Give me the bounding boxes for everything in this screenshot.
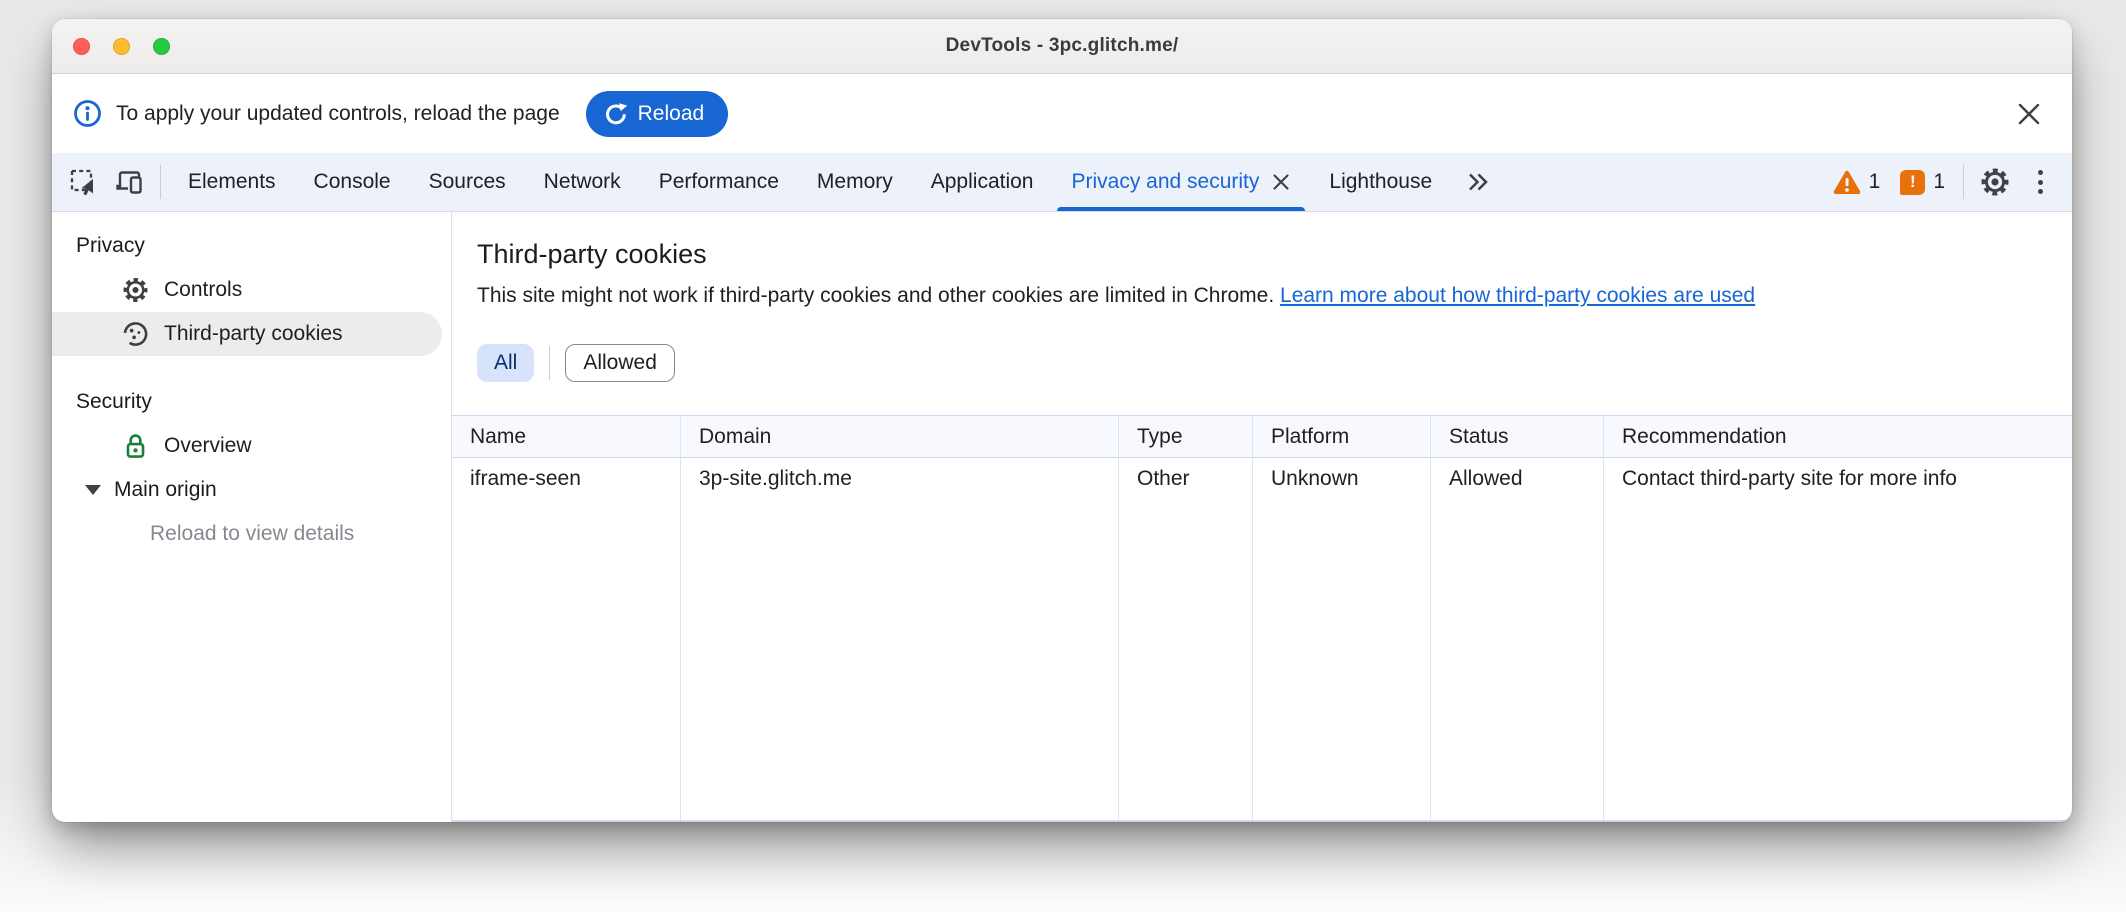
column-header-domain[interactable]: Domain (681, 416, 1119, 458)
console-warnings-badge[interactable]: 1 (1823, 153, 1891, 211)
tab-network[interactable]: Network (525, 153, 640, 211)
sidebar-item-main-origin[interactable]: Main origin (52, 468, 451, 512)
device-toolbar-icon[interactable] (106, 153, 152, 211)
sidebar-item-label: Controls (164, 278, 242, 302)
minimize-traffic-light[interactable] (113, 38, 130, 55)
tab-sources[interactable]: Sources (410, 153, 525, 211)
panel-description: This site might not work if third-party … (477, 281, 2072, 311)
column-header-name[interactable]: Name (452, 416, 681, 458)
zoom-traffic-light[interactable] (153, 38, 170, 55)
privacy-security-sidebar: Privacy Controls (52, 212, 452, 822)
filter-all-chip[interactable]: All (477, 344, 534, 382)
reload-to-view-details-hint: Reload to view details (52, 512, 451, 556)
warning-count: 1 (1869, 170, 1881, 194)
tab-close-icon[interactable] (1271, 172, 1291, 192)
cookie-icon (122, 320, 149, 348)
cookie-filters: All Allowed (477, 344, 2072, 382)
sidebar-item-security-overview[interactable]: Overview (52, 424, 442, 468)
reload-button-label: Reload (638, 102, 705, 126)
sidebar-item-label: Main origin (114, 478, 217, 502)
infobar-message: To apply your updated controls, reload t… (116, 102, 560, 126)
reload-icon (604, 102, 628, 126)
kebab-menu-icon[interactable] (2018, 153, 2062, 211)
table-cell-status[interactable]: Allowed (1431, 458, 1604, 820)
gear-icon[interactable] (1972, 153, 2018, 211)
table-cell-type[interactable]: Other (1119, 458, 1253, 820)
column-header-status[interactable]: Status (1431, 416, 1604, 458)
sidebar-item-label: Third-party cookies (164, 322, 343, 346)
traffic-lights (73, 19, 170, 73)
toolbar-divider-2 (1963, 165, 1964, 199)
sidebar-section-security: Security (52, 380, 451, 424)
sidebar-item-third-party-cookies[interactable]: Third-party cookies (52, 312, 442, 356)
tab-elements[interactable]: Elements (169, 153, 295, 211)
issues-icon: ! (1900, 170, 1925, 195)
devtools-window: DevTools - 3pc.glitch.me/ To apply your … (52, 19, 2072, 822)
close-icon[interactable] (2012, 97, 2046, 131)
close-traffic-light[interactable] (73, 38, 90, 55)
tab-performance[interactable]: Performance (640, 153, 798, 211)
column-header-type[interactable]: Type (1119, 416, 1253, 458)
sidebar-section-privacy: Privacy (52, 224, 451, 268)
third-party-cookies-panel: Third-party cookies This site might not … (452, 212, 2072, 822)
warning-triangle-icon (1833, 170, 1861, 195)
filter-allowed-chip[interactable]: Allowed (565, 344, 675, 382)
page-title: Third-party cookies (477, 236, 2072, 272)
info-icon (73, 99, 102, 128)
disclosure-triangle-icon[interactable] (85, 485, 101, 495)
table-cell-domain[interactable]: 3p-site.glitch.me (681, 458, 1119, 820)
inspect-icon[interactable] (60, 153, 106, 211)
filter-divider (549, 346, 550, 380)
tab-privacy-and-security[interactable]: Privacy and security (1052, 153, 1310, 211)
issues-count: 1 (1933, 170, 1945, 194)
cookies-table: Name Domain Type Platform Status Recomme… (452, 415, 2072, 822)
column-header-recommendation[interactable]: Recommendation (1604, 416, 2072, 458)
tab-lighthouse[interactable]: Lighthouse (1310, 153, 1451, 211)
more-tabs-chevron-icon[interactable] (1451, 153, 1505, 211)
table-cell-platform[interactable]: Unknown (1253, 458, 1431, 820)
lock-icon (122, 432, 149, 460)
reload-infobar: To apply your updated controls, reload t… (52, 74, 2072, 153)
panel-content: Privacy Controls (52, 212, 2072, 822)
toolbar-divider (160, 165, 161, 199)
table-cell-recommendation[interactable]: Contact third-party site for more info (1604, 458, 2072, 820)
column-header-platform[interactable]: Platform (1253, 416, 1431, 458)
tab-console[interactable]: Console (295, 153, 410, 211)
issues-badge[interactable]: ! 1 (1890, 153, 1955, 211)
table-cell-name[interactable]: iframe-seen (452, 458, 681, 820)
description-text: This site might not work if third-party … (477, 284, 1274, 307)
devtools-toolbar: Elements Console Sources Network Perform… (52, 153, 2072, 212)
sidebar-item-label: Overview (164, 434, 252, 458)
gear-icon (122, 276, 149, 304)
tab-application[interactable]: Application (912, 153, 1053, 211)
learn-more-link[interactable]: Learn more about how third-party cookies… (1280, 284, 1755, 307)
window-title: DevTools - 3pc.glitch.me/ (946, 35, 1179, 57)
title-bar: DevTools - 3pc.glitch.me/ (52, 19, 2072, 74)
sidebar-item-controls[interactable]: Controls (52, 268, 442, 312)
tab-memory[interactable]: Memory (798, 153, 912, 211)
reload-button[interactable]: Reload (586, 91, 729, 137)
